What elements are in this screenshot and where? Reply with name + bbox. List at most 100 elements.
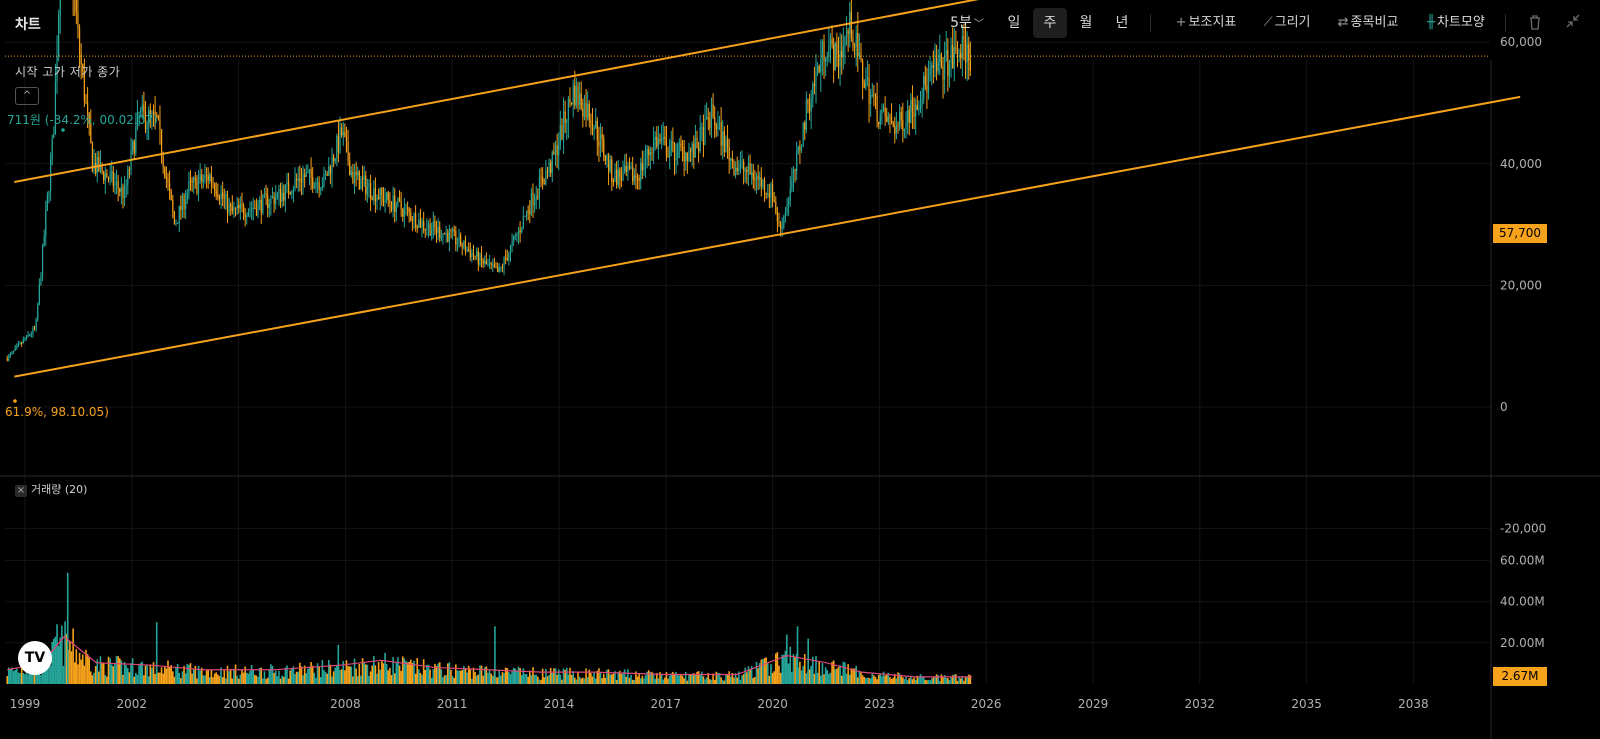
tab-year[interactable]: 년 xyxy=(1105,8,1139,38)
draw-label: 그리기 xyxy=(1274,15,1311,30)
draw-button[interactable]: ⟋ 그리기 xyxy=(1257,8,1317,38)
candle-body xyxy=(172,199,174,213)
candle-body xyxy=(751,172,753,175)
volume-bar xyxy=(789,646,792,684)
volume-bar xyxy=(268,669,271,684)
candle-body xyxy=(410,212,412,221)
volume-bar xyxy=(607,669,610,684)
volume-bar xyxy=(585,668,587,684)
candle-body xyxy=(905,122,907,129)
candle-body xyxy=(313,187,315,189)
chart-canvas[interactable]: 100,00080,00060,00040,00020,0000-20,0006… xyxy=(0,0,1600,739)
time-tick-label: 2023 xyxy=(864,697,895,711)
chevron-down-icon: ﹀ xyxy=(973,19,984,30)
candle-body xyxy=(622,171,624,181)
candle-body xyxy=(913,112,915,117)
candle-body xyxy=(226,194,229,213)
volume-bar xyxy=(107,656,110,684)
volume-bar xyxy=(776,652,779,684)
time-tick-label: 2020 xyxy=(757,697,788,711)
candle-body xyxy=(752,172,754,180)
candle-body xyxy=(336,136,338,159)
volume-bar xyxy=(147,676,150,684)
candle-body xyxy=(945,50,947,56)
volume-bar xyxy=(768,675,771,684)
candle-body xyxy=(638,177,640,181)
candle-body xyxy=(591,122,594,131)
tab-month[interactable]: 월 xyxy=(1069,8,1103,38)
volume-bar xyxy=(49,665,52,684)
time-tick-label: 2038 xyxy=(1398,697,1429,711)
candle-body xyxy=(702,127,705,145)
candle-body xyxy=(189,180,192,182)
volume-bar xyxy=(543,677,546,684)
volume-bar xyxy=(903,679,906,684)
volume-bar xyxy=(321,660,324,684)
candle-body xyxy=(718,122,721,124)
chart-title: 차트 xyxy=(15,17,41,33)
candle-body xyxy=(818,66,820,72)
volume-bar xyxy=(311,665,314,684)
candle-body xyxy=(423,221,425,229)
toolbar-divider xyxy=(1150,14,1151,32)
volume-bar xyxy=(628,677,631,684)
candle-body xyxy=(453,229,455,232)
time-tick-label: 2026 xyxy=(971,697,1002,711)
tab-day[interactable]: 일 xyxy=(997,8,1031,38)
close-icon[interactable]: × xyxy=(15,485,27,497)
legend-collapse-button[interactable]: ^ xyxy=(15,87,39,105)
candle-body xyxy=(786,204,788,213)
volume-bar xyxy=(890,678,893,684)
volume-bar xyxy=(126,668,129,684)
volume-bar xyxy=(627,669,629,684)
candle-body xyxy=(450,230,452,232)
volume-bar xyxy=(377,662,380,684)
volume-bar xyxy=(863,677,866,684)
candle-body xyxy=(862,60,864,83)
volume-bar xyxy=(665,672,668,684)
tab-week[interactable]: 주 xyxy=(1033,8,1067,38)
candle-body xyxy=(797,146,799,152)
candle-body xyxy=(95,162,97,173)
candle-body xyxy=(636,177,639,179)
candle-body xyxy=(717,123,719,130)
volume-bar xyxy=(861,675,864,684)
volume-bar xyxy=(249,670,251,684)
candle-body xyxy=(527,210,529,212)
compare-button[interactable]: ⇄ 종목비교 xyxy=(1332,8,1404,38)
volume-bar xyxy=(371,665,374,684)
candle-body xyxy=(916,104,918,111)
volume-bar xyxy=(291,668,293,684)
volume-bar xyxy=(884,675,886,684)
candle-body xyxy=(16,345,18,348)
candle-body xyxy=(596,120,598,141)
candle-body xyxy=(582,108,584,117)
interval-dropdown[interactable]: 5분 ﹀ xyxy=(948,8,986,38)
candle-body xyxy=(371,198,373,200)
volume-bar xyxy=(213,673,216,684)
candle-body xyxy=(654,136,656,141)
candle-body xyxy=(759,177,761,180)
volume-bar xyxy=(739,679,742,684)
candle-body xyxy=(421,221,423,228)
trash-icon[interactable] xyxy=(1528,14,1542,34)
collapse-icon[interactable] xyxy=(1566,14,1580,32)
volume-bar xyxy=(516,671,518,684)
candle-body xyxy=(738,167,740,171)
volume-bar xyxy=(805,673,808,684)
candle-body xyxy=(406,207,409,209)
candle-body xyxy=(935,58,938,72)
indicators-button[interactable]: + 보조지표 xyxy=(1170,8,1242,38)
volume-bar xyxy=(289,670,291,684)
indicators-label: 보조지표 xyxy=(1188,15,1237,30)
candle-body xyxy=(194,178,196,180)
volume-bar xyxy=(313,672,316,684)
volume-bar xyxy=(638,673,640,684)
volume-bar xyxy=(167,660,169,684)
volume-bar xyxy=(440,669,443,684)
volume-bar xyxy=(16,668,18,684)
tradingview-logo[interactable]: TV xyxy=(18,641,52,675)
volume-bar xyxy=(254,674,256,684)
chart-style-button[interactable]: ╫ 차트모양 xyxy=(1418,8,1494,38)
volume-bar xyxy=(247,673,250,684)
